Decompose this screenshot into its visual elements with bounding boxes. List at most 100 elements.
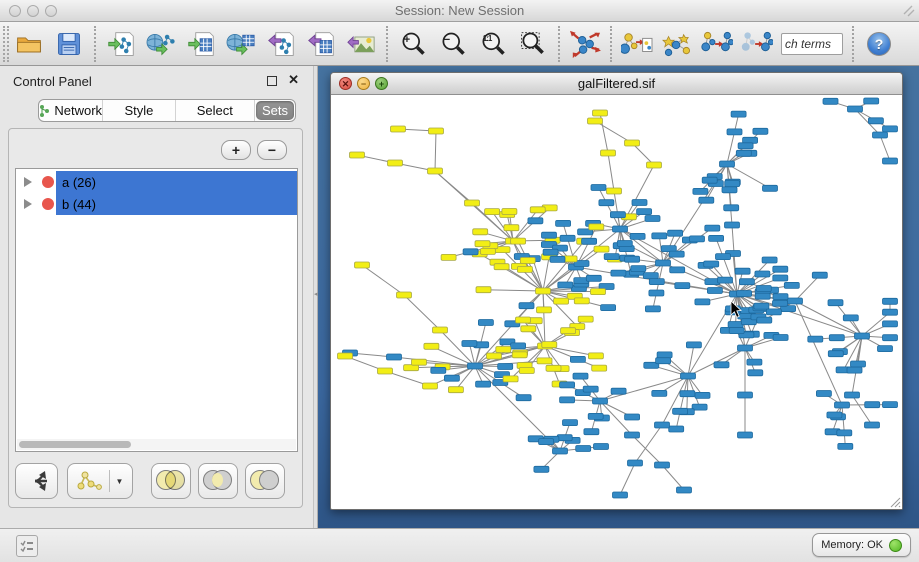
expand-triangle-icon[interactable] <box>24 199 32 209</box>
remove-set-button[interactable]: − <box>257 140 287 160</box>
network-graph[interactable] <box>332 95 902 509</box>
close-panel-icon[interactable]: ✕ <box>288 72 299 88</box>
export-table-button[interactable] <box>301 25 341 63</box>
add-set-button[interactable]: + <box>221 140 251 160</box>
zoom-fit-selected-button[interactable] <box>513 25 553 63</box>
toolbar-separator <box>94 26 96 62</box>
scrollbar-thumb[interactable] <box>19 441 131 448</box>
tab-label: Sets <box>262 103 288 118</box>
mouse-cursor-icon <box>730 301 742 319</box>
export-network-button[interactable] <box>261 25 301 63</box>
hide-selected-icon <box>741 29 773 59</box>
zoom-out-icon <box>439 30 467 58</box>
toolbar-separator <box>852 26 854 62</box>
network-canvas[interactable] <box>332 95 902 509</box>
zoom-in-icon <box>399 30 427 58</box>
set-label: b (44) <box>62 197 96 212</box>
import-table-web-icon <box>225 30 257 58</box>
apply-layout-icon <box>569 29 601 59</box>
export-image-button[interactable] <box>341 25 381 63</box>
application-window: Session: New Session <box>0 0 919 562</box>
difference-sets-button[interactable] <box>245 463 285 499</box>
import-table-web-button[interactable] <box>221 25 261 63</box>
tab-style[interactable]: Style <box>103 100 175 121</box>
control-panel: Control Panel ✕ Network Style Select Set… <box>0 66 313 528</box>
floppy-disk-icon <box>55 30 83 58</box>
status-bar: Memory: OK <box>0 528 919 562</box>
toolbar-separator <box>386 26 388 62</box>
export-image-icon <box>345 30 377 58</box>
tab-label: Select <box>197 103 233 118</box>
folder-icon <box>14 30 44 58</box>
toolbar-separator <box>558 26 560 62</box>
tab-label: Network <box>54 103 102 118</box>
export-table-icon <box>306 30 336 58</box>
memory-status-label: Memory: OK <box>821 539 883 551</box>
open-session-button[interactable] <box>9 25 49 63</box>
horizontal-scrollbar[interactable] <box>17 439 296 450</box>
sets-list: a (26) b (44) <box>15 168 298 452</box>
set-row-a[interactable]: a (26) <box>16 171 297 193</box>
set-label: a (26) <box>62 175 96 190</box>
control-panel-tabbar: Network Style Select Sets <box>38 99 296 122</box>
set-row-b[interactable]: b (44) <box>16 193 297 215</box>
zoom-in-button[interactable]: + <box>393 25 433 63</box>
tab-network[interactable]: Network <box>39 100 103 121</box>
float-panel-icon[interactable] <box>267 76 277 86</box>
hide-selected-button[interactable] <box>737 25 777 63</box>
split-set-button[interactable] <box>15 463 58 499</box>
task-list-icon <box>20 540 34 552</box>
add-set-label: + <box>232 142 240 158</box>
import-table-file-button[interactable] <box>181 25 221 63</box>
search-input[interactable]: ch terms <box>781 33 843 55</box>
apply-layout-button[interactable] <box>565 25 605 63</box>
control-panel-title: Control Panel <box>13 74 92 89</box>
control-panel-header: Control Panel ✕ <box>0 66 313 96</box>
tab-select[interactable]: Select <box>176 100 255 121</box>
new-network-from-selection-button[interactable] <box>617 25 657 63</box>
network-tab-icon <box>39 104 50 118</box>
import-network-web-icon <box>145 30 177 58</box>
network-desktop: ✕ − + galFiltered.sif <box>318 66 919 528</box>
first-neighbors-icon <box>661 29 693 59</box>
zoom-actual-size-icon <box>479 30 507 58</box>
remove-set-label: − <box>268 142 276 158</box>
window-titlebar[interactable]: Session: New Session <box>0 0 919 22</box>
dropdown-caret-icon: ▼ <box>116 477 124 486</box>
task-history-button[interactable] <box>16 535 38 557</box>
union-sets-button[interactable] <box>151 463 191 499</box>
intersect-sets-button[interactable] <box>198 463 238 499</box>
search-input-text: ch terms <box>785 37 831 51</box>
sets-panel: + − a (26) b (44) <box>8 128 303 508</box>
zoom-out-button[interactable]: − <box>433 25 473 63</box>
tab-sets[interactable]: Sets <box>256 101 294 120</box>
window-resize-icon[interactable] <box>901 3 915 17</box>
import-table-file-icon <box>186 30 216 58</box>
copy-network-button[interactable] <box>697 25 737 63</box>
split-arrows-icon <box>25 470 49 492</box>
expand-triangle-icon[interactable] <box>24 177 32 187</box>
splitter-collapse-icon[interactable]: ◂ <box>314 290 318 298</box>
toolbar-separator <box>610 26 612 62</box>
export-network-icon <box>266 30 296 58</box>
memory-status-button[interactable]: Memory: OK <box>812 533 911 557</box>
window-title: Session: New Session <box>0 3 919 18</box>
main-toolbar: + − 1:1 <box>0 22 919 66</box>
set-color-dot <box>42 198 54 210</box>
frame-resize-grip[interactable] <box>887 494 901 508</box>
network-frame-titlebar[interactable]: ✕ − + galFiltered.sif <box>331 73 902 95</box>
yellow-network-icon <box>77 470 103 492</box>
new-network-from-selection-icon <box>621 29 653 59</box>
network-frame[interactable]: ✕ − + galFiltered.sif <box>330 72 903 510</box>
first-neighbors-button[interactable] <box>657 25 697 63</box>
create-set-menu-button[interactable]: ▼ <box>67 463 133 499</box>
import-network-web-button[interactable] <box>141 25 181 63</box>
import-network-file-button[interactable] <box>101 25 141 63</box>
tab-label: Style <box>125 103 154 118</box>
memory-ok-indicator-icon <box>889 539 902 552</box>
help-button[interactable]: ? <box>867 32 891 56</box>
save-session-button[interactable] <box>49 25 89 63</box>
zoom-actual-size-button[interactable]: 1:1 <box>473 25 513 63</box>
venn-union-icon <box>156 470 186 492</box>
set-color-dot <box>42 176 54 188</box>
